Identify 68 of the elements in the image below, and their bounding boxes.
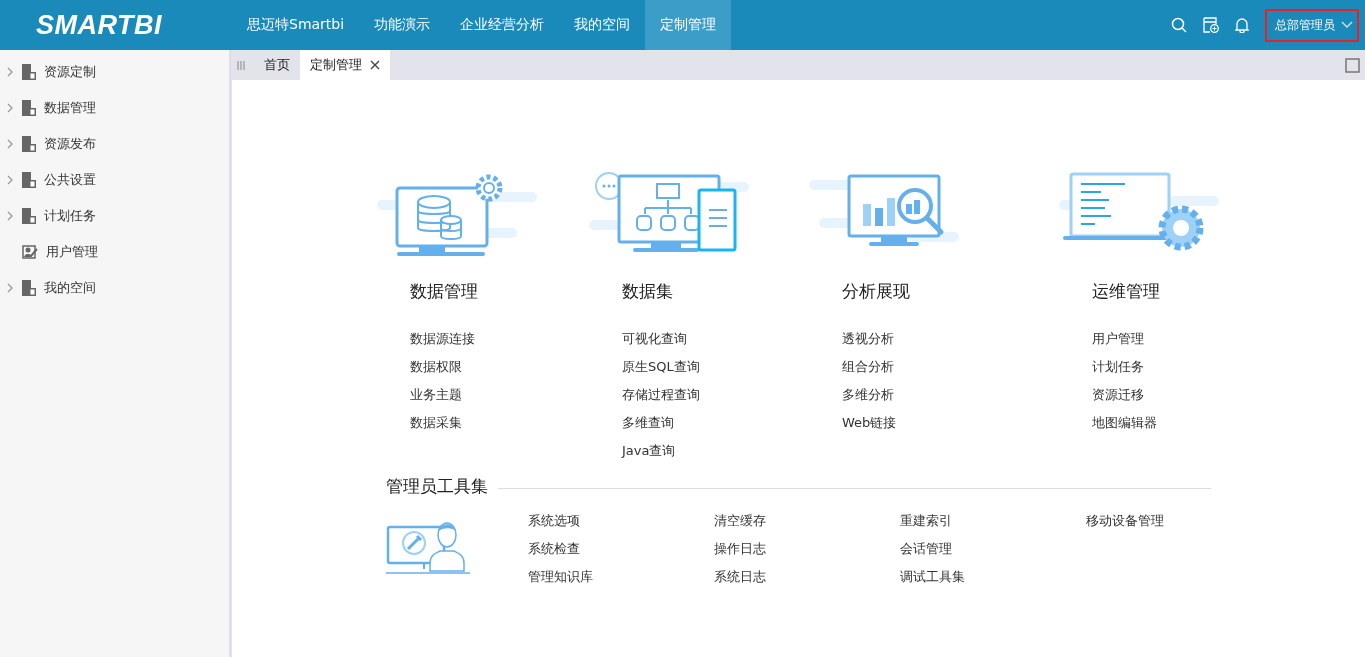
admin-tool-link[interactable]: 调试工具集 bbox=[900, 567, 965, 587]
category-link[interactable]: 地图编辑器 bbox=[1092, 413, 1157, 433]
chevron-icon[interactable] bbox=[7, 67, 13, 77]
sidebar-item[interactable]: 计划任务 bbox=[44, 207, 96, 225]
admin-tool-link[interactable]: 操作日志 bbox=[714, 539, 766, 559]
caret-icon bbox=[1341, 21, 1353, 29]
search-icon[interactable] bbox=[1171, 17, 1187, 33]
admin-tool-link[interactable]: 系统检查 bbox=[528, 539, 580, 559]
document-icon bbox=[22, 136, 36, 152]
nav-item[interactable]: 企业经营分析 bbox=[445, 0, 560, 50]
category-link[interactable]: 透视分析 bbox=[842, 329, 894, 349]
chevron-icon[interactable] bbox=[7, 103, 13, 113]
category-link[interactable]: 多维查询 bbox=[622, 413, 674, 433]
admin-tool-link[interactable]: 系统选项 bbox=[528, 511, 580, 531]
document-icon bbox=[22, 208, 36, 224]
category-link[interactable]: Java查询 bbox=[622, 441, 676, 461]
admin-tool-link[interactable]: 系统日志 bbox=[714, 567, 766, 587]
category-link[interactable]: 数据权限 bbox=[410, 357, 462, 377]
section-title: 管理员工具集 bbox=[386, 475, 488, 498]
category-link[interactable]: 存储过程查询 bbox=[622, 385, 700, 405]
sidebar-item[interactable]: 公共设置 bbox=[44, 171, 96, 189]
logo[interactable]: SMARTBI bbox=[0, 9, 232, 41]
chevron-icon[interactable] bbox=[7, 211, 13, 221]
tab[interactable]: 首页 bbox=[254, 50, 300, 80]
category-title: 分析展现 bbox=[842, 280, 910, 303]
user-menu[interactable]: 总部管理员 bbox=[1265, 8, 1359, 42]
document-icon bbox=[22, 280, 36, 296]
document-icon bbox=[22, 64, 36, 80]
category-link[interactable]: 数据源连接 bbox=[410, 329, 475, 349]
calendar-add-icon[interactable] bbox=[1203, 17, 1219, 33]
grip-icon[interactable] bbox=[234, 60, 248, 70]
nav-item[interactable]: 思迈特Smartbi bbox=[232, 0, 360, 50]
chevron-icon[interactable] bbox=[7, 283, 13, 293]
sidebar-item[interactable]: 资源定制 bbox=[44, 63, 96, 81]
category-link[interactable]: 计划任务 bbox=[1092, 357, 1144, 377]
sidebar-item[interactable]: 资源发布 bbox=[44, 135, 96, 153]
nav-item[interactable]: 我的空间 bbox=[559, 0, 646, 50]
category-link[interactable]: 数据采集 bbox=[410, 413, 462, 433]
admin-wrench-person-icon bbox=[386, 519, 472, 575]
category-title: 运维管理 bbox=[1092, 280, 1160, 303]
user-edit-icon bbox=[22, 244, 38, 260]
admin-tool-link[interactable]: 清空缓存 bbox=[714, 511, 766, 531]
chevron-icon[interactable] bbox=[7, 175, 13, 185]
category-link[interactable]: 可视化查询 bbox=[622, 329, 687, 349]
document-icon bbox=[22, 172, 36, 188]
document-icon bbox=[22, 100, 36, 116]
category-link[interactable]: Web链接 bbox=[842, 413, 897, 433]
category-link[interactable]: 业务主题 bbox=[410, 385, 462, 405]
sidebar-item[interactable]: 用户管理 bbox=[46, 243, 98, 261]
category-link[interactable]: 资源迁移 bbox=[1092, 385, 1144, 405]
admin-tool-link[interactable]: 管理知识库 bbox=[528, 567, 593, 587]
close-icon[interactable] bbox=[370, 60, 380, 70]
bell-icon[interactable] bbox=[1235, 17, 1249, 33]
category-link[interactable]: 原生SQL查询 bbox=[622, 357, 700, 377]
category-link[interactable]: 多维分析 bbox=[842, 385, 894, 405]
category-title: 数据集 bbox=[622, 280, 673, 303]
category-link[interactable]: 组合分析 bbox=[842, 357, 894, 377]
admin-tool-link[interactable]: 移动设备管理 bbox=[1086, 511, 1164, 531]
nav-item[interactable]: 功能演示 bbox=[359, 0, 446, 50]
admin-tool-link[interactable]: 重建索引 bbox=[900, 511, 952, 531]
category-link[interactable]: 用户管理 bbox=[1092, 329, 1144, 349]
admin-tool-link[interactable]: 会话管理 bbox=[900, 539, 952, 559]
tab[interactable]: 定制管理 bbox=[300, 50, 390, 80]
category-title: 数据管理 bbox=[410, 280, 478, 303]
maximize-icon[interactable] bbox=[1345, 57, 1360, 73]
chevron-icon[interactable] bbox=[7, 139, 13, 149]
sidebar-item[interactable]: 数据管理 bbox=[44, 99, 96, 117]
sidebar-item[interactable]: 我的空间 bbox=[44, 279, 96, 297]
